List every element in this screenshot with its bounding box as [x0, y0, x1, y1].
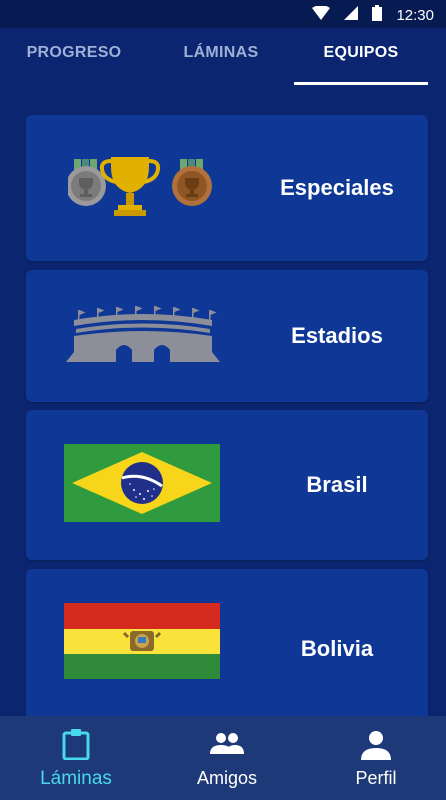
person-icon	[361, 730, 391, 765]
equipos-list[interactable]: Especiales Estadios Brasil Bolivia	[0, 86, 446, 716]
nav-perfil[interactable]: Perfil	[302, 716, 446, 800]
nav-label: Perfil	[355, 768, 397, 788]
card-brasil[interactable]: Brasil	[26, 410, 428, 560]
card-label: Estadios	[291, 323, 383, 348]
card-label: Especiales	[280, 175, 394, 200]
active-tab-indicator	[294, 82, 428, 85]
wifi-icon	[312, 5, 331, 25]
bolivia-flag	[64, 603, 220, 684]
card-estadios[interactable]: Estadios	[26, 270, 428, 402]
nav-label: Láminas	[40, 768, 112, 789]
status-time: 12:30	[396, 7, 434, 24]
bottom-navigation: Láminas Amigos Perfil	[0, 716, 446, 800]
tab-laminas[interactable]: LÁMINAS	[148, 28, 294, 86]
nav-amigos[interactable]: Amigos	[153, 716, 301, 800]
card-label: Bolivia	[300, 636, 374, 661]
people-icon	[210, 732, 244, 761]
card-bolivia[interactable]: Bolivia	[26, 569, 428, 716]
tab-equipos[interactable]: EQUIPOS	[294, 28, 428, 86]
nav-laminas[interactable]: Láminas	[2, 716, 150, 800]
battery-icon	[372, 5, 383, 26]
nav-label: Amigos	[196, 768, 258, 788]
clipboard-icon	[61, 728, 91, 765]
status-bar: 12:30	[0, 0, 446, 28]
stadium-icon	[66, 306, 220, 367]
card-especiales[interactable]: Especiales	[26, 115, 428, 261]
brazil-flag	[64, 444, 220, 527]
tab-progreso[interactable]: PROGRESO	[0, 28, 148, 86]
signal-icon	[344, 6, 359, 25]
card-label: Brasil	[306, 472, 368, 497]
top-tabs: PROGRESO LÁMINAS EQUIPOS	[0, 28, 446, 86]
trophy-medals-icon	[66, 153, 212, 228]
